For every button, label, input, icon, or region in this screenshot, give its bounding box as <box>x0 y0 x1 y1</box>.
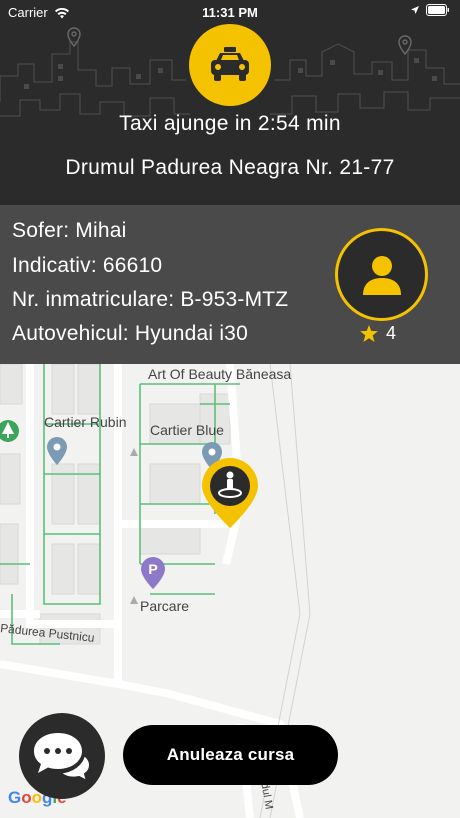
status-icons <box>410 4 450 16</box>
location-arrow-icon <box>411 6 419 14</box>
parking-pin-icon[interactable]: P <box>141 557 165 589</box>
map-label-cartier-blue: Cartier Blue <box>150 422 224 438</box>
status-bar: Carrier 11:31 PM <box>0 0 460 24</box>
driver-rating: 4 <box>360 323 396 344</box>
clock: 11:31 PM <box>202 5 258 20</box>
star-icon <box>360 325 378 342</box>
cancel-ride-button[interactable]: Anuleaza cursa <box>123 725 338 785</box>
driver-name: Sofer: Mihai <box>12 219 127 242</box>
rating-value: 4 <box>386 323 397 343</box>
destination-address: Drumul Padurea Neagra Nr. 21-77 <box>65 156 395 179</box>
trip-header: Taxi ajunge in 2:54 min Drumul Padurea N… <box>0 24 460 205</box>
pickup-location-marker[interactable] <box>202 458 258 528</box>
chat-bubbles-icon <box>34 733 92 783</box>
taxi-badge <box>189 24 271 106</box>
driver-avatar[interactable] <box>335 228 428 321</box>
place-pin-icon[interactable] <box>47 437 67 465</box>
taxi-car-icon <box>211 47 249 81</box>
map-label-art-of-beauty: Art Of Beauty Băneasa <box>148 366 292 382</box>
map-label-parcare: Parcare <box>140 598 190 614</box>
driver-callsign: Indicativ: 66610 <box>12 254 163 277</box>
vehicle-model: Autovehicul: Hyundai i30 <box>12 322 248 345</box>
svg-text:P: P <box>148 561 157 577</box>
eta-text: Taxi ajunge in 2:54 min <box>119 112 341 135</box>
map-label-cartier-rubin: Cartier Rubin <box>44 414 127 430</box>
chat-button[interactable] <box>19 713 105 799</box>
license-plate: Nr. inmatriculare: B-953-MTZ <box>12 288 289 311</box>
driver-info-panel: Sofer: Mihai Indicativ: 66610 Nr. inmatr… <box>0 205 460 364</box>
battery-icon <box>426 4 449 16</box>
user-icon <box>362 255 401 295</box>
